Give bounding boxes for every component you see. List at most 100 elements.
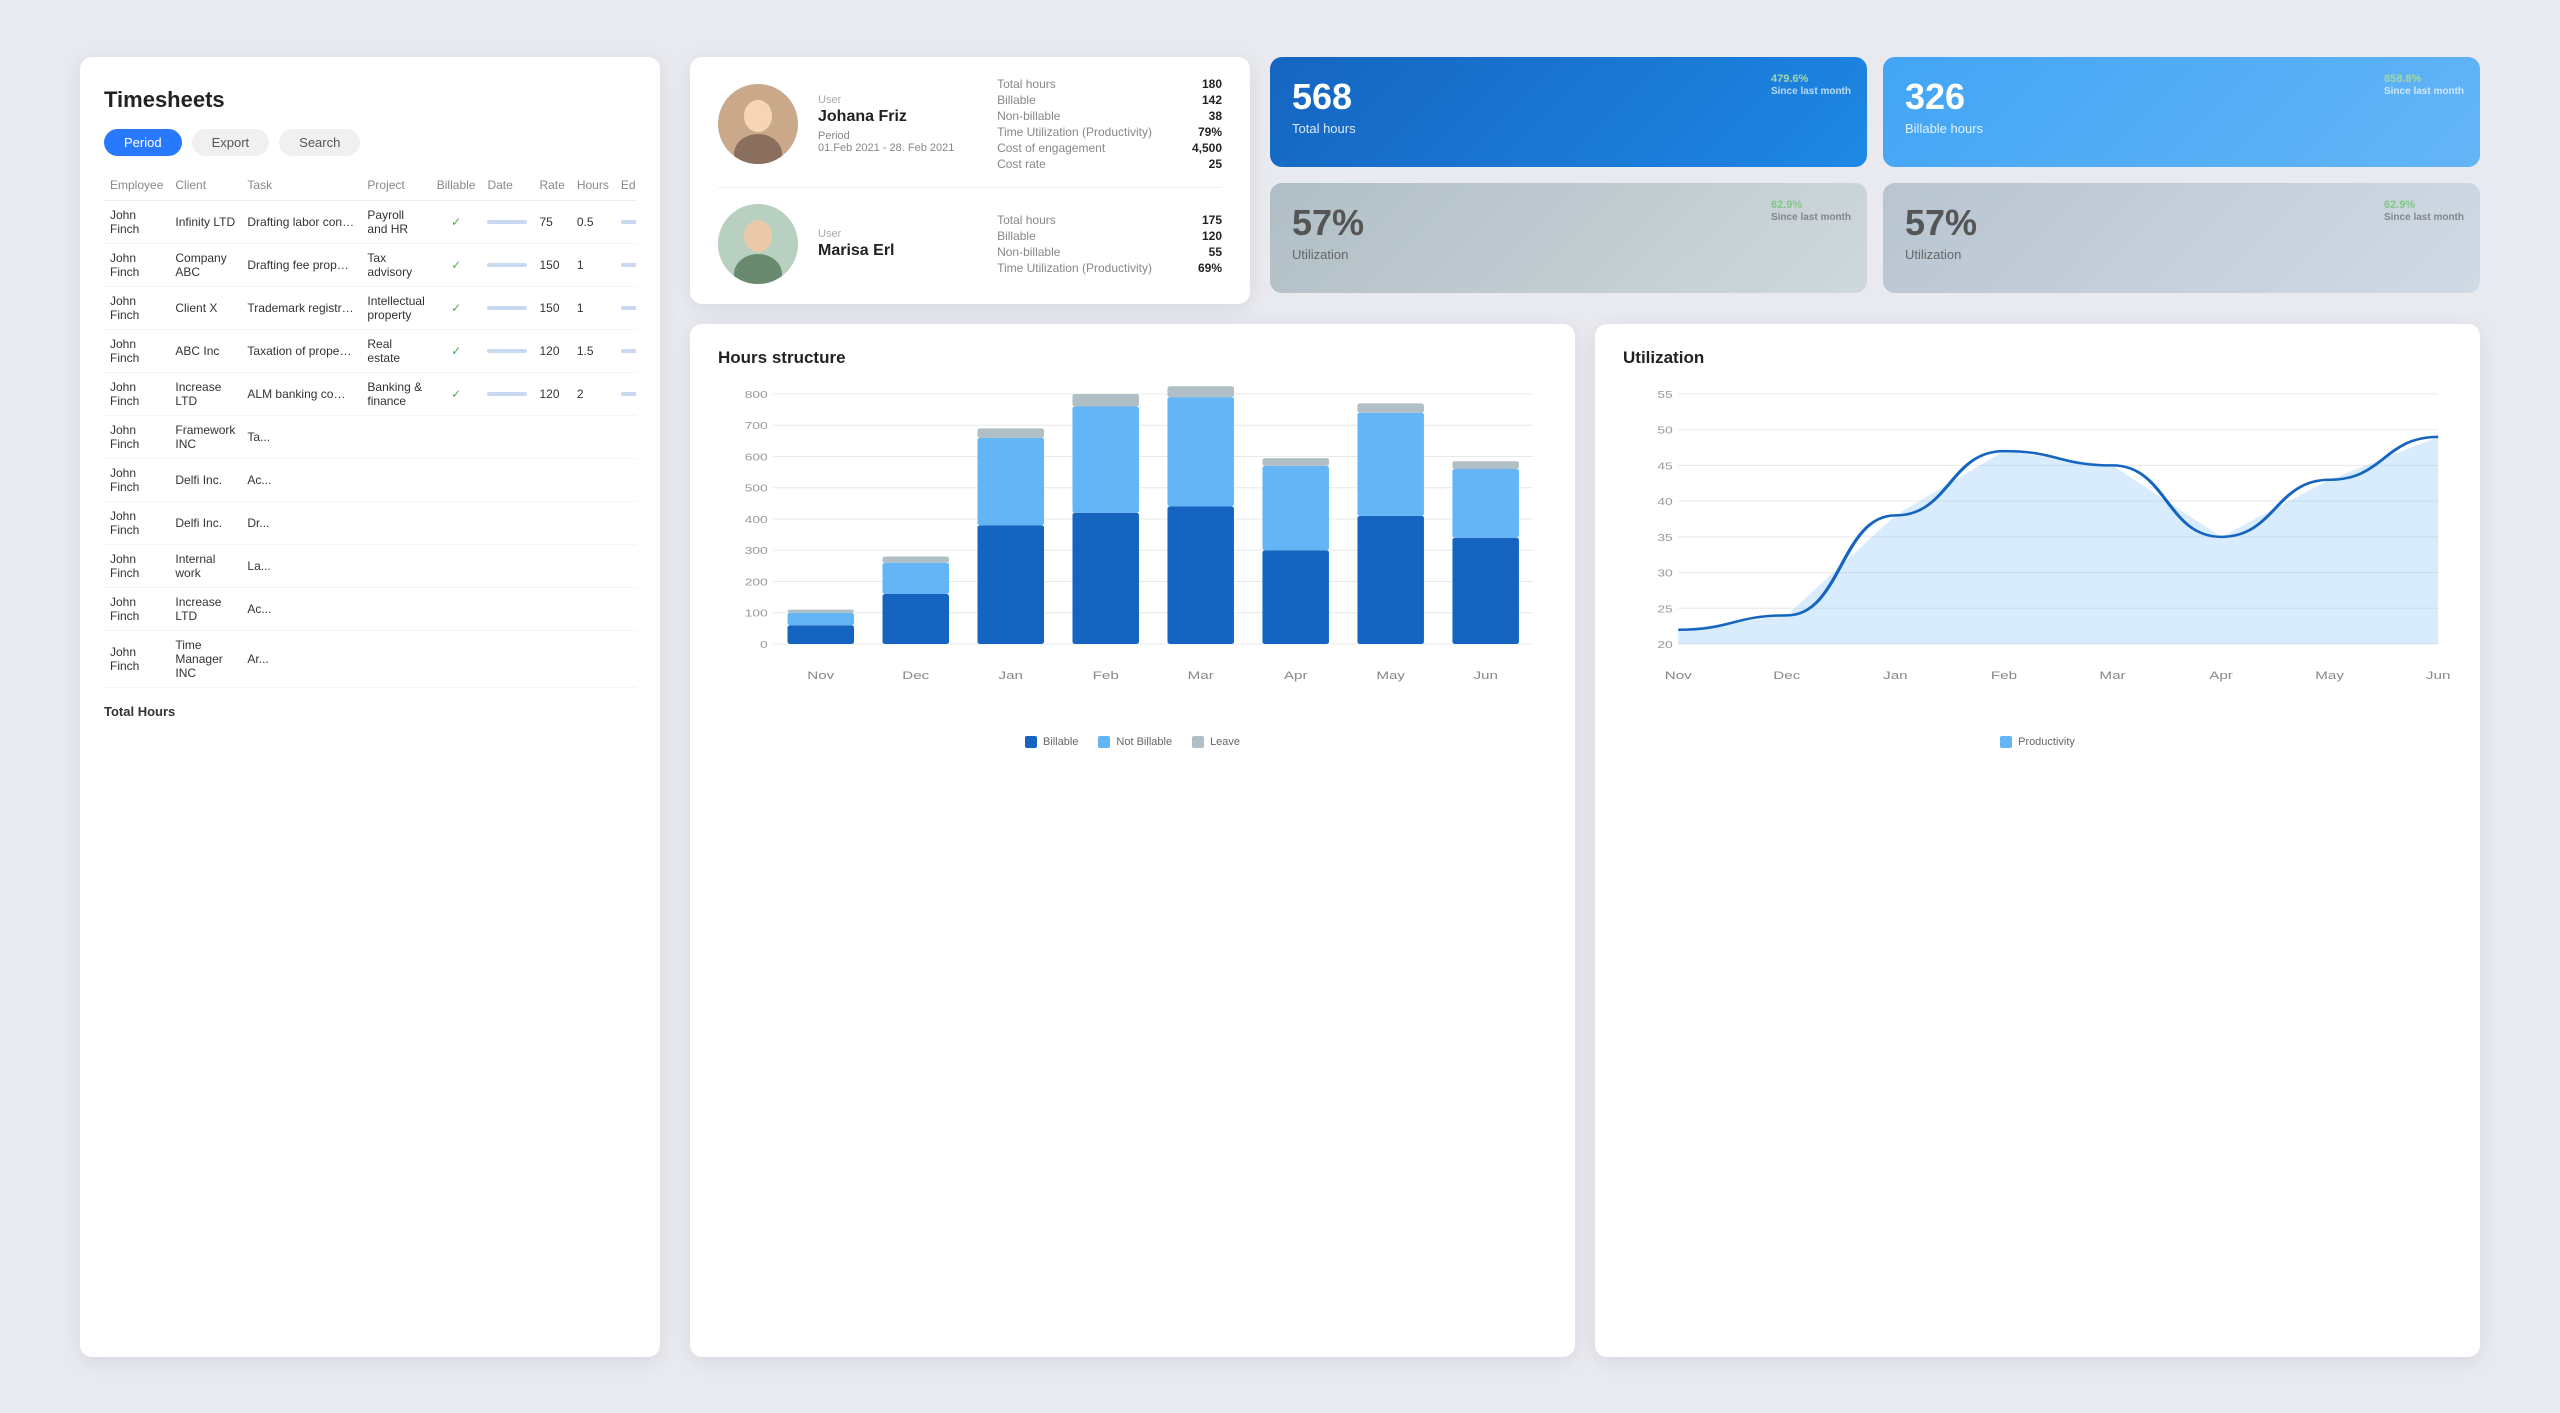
metric-value-3: 57% [1292,205,1845,241]
legend-dot-billable [1025,736,1037,748]
svg-text:Mar: Mar [1188,669,1215,681]
metric-change-2: 858.8% Since last month [2384,73,2464,97]
svg-text:600: 600 [745,451,768,463]
metrics-area: 479.6% Since last month 568 Total hours … [1270,57,2480,304]
stat-value: 180 [1162,77,1222,91]
table-row[interactable]: John Finch Company ABC Drafting fee prop… [104,243,636,286]
hours-legend: Billable Not Billable Leave [718,736,1547,748]
charts-row: Hours structure 010020030040050060070080… [690,324,2480,1357]
col-date: Date [481,174,533,201]
table-row[interactable]: John Finch Client X Trademark registrati… [104,286,636,329]
stat-label: Total hours [997,77,1152,91]
metric-value-2: 326 [1905,79,2458,115]
user-card-1: User Johana Friz Period 01.Feb 2021 - 28… [718,77,1222,188]
timesheets-table: Employee Client Task Project Billable Da… [104,174,636,688]
user-info-1: User Johana Friz Period 01.Feb 2021 - 28… [818,94,977,154]
svg-text:700: 700 [745,420,768,432]
metric-utilization-1: 62.9% Since last month 57% Utilization [1270,183,1867,293]
hours-chart-area: 0100200300400500600700800NovDecJanFebMar… [718,384,1547,724]
user-avatar-1 [718,84,798,164]
legend-dot-leave [1192,736,1204,748]
metric-label-3: Utilization [1292,247,1845,262]
total-hours-label: Total Hours [104,704,636,719]
table-header-row: Employee Client Task Project Billable Da… [104,174,636,201]
svg-text:50: 50 [1657,424,1673,436]
metric-value-4: 57% [1905,205,2458,241]
user-cards-panel: User Johana Friz Period 01.Feb 2021 - 28… [690,57,1250,304]
metrics-row-bottom: 62.9% Since last month 57% Utilization 6… [1270,183,2480,293]
table-row[interactable]: John Finch Increase LTD ALM banking comp… [104,372,636,415]
svg-text:Jun: Jun [1473,669,1497,681]
svg-text:Jan: Jan [998,669,1022,681]
user-name-2: Marisa Erl [818,242,977,260]
svg-text:Jan: Jan [1883,669,1907,681]
svg-text:800: 800 [745,388,768,400]
metric-change-3: 62.9% Since last month [1771,199,1851,223]
legend-dot-not-billable [1098,736,1110,748]
utilization-chart-svg: 2025303540455055NovDecJanFebMarAprMayJun [1623,384,2452,724]
table-row[interactable]: John Finch Delfi Inc. Dr... [104,501,636,544]
metric-value-1: 568 [1292,79,1845,115]
svg-text:Jun: Jun [2426,669,2450,681]
user-info-2: User Marisa Erl [818,228,977,260]
table-row[interactable]: John Finch ABC Inc Taxation of property … [104,329,636,372]
svg-text:May: May [1376,669,1405,681]
legend-not-billable: Not Billable [1098,736,1172,748]
col-task: Task [241,174,361,201]
utilization-legend: Productivity [1623,736,2452,748]
table-row[interactable]: John Finch Internal work La... [104,544,636,587]
legend-leave: Leave [1192,736,1240,748]
utilization-chart-panel: Utilization 2025303540455055NovDecJanFeb… [1595,324,2480,1357]
timesheets-title: Timesheets [104,87,636,113]
export-button[interactable]: Export [192,129,270,156]
svg-text:0: 0 [760,638,768,650]
svg-text:45: 45 [1657,460,1673,472]
svg-text:100: 100 [745,607,768,619]
table-row[interactable]: John Finch Delfi Inc. Ac... [104,458,636,501]
svg-text:Dec: Dec [902,669,929,681]
user-stats-2: Total hours 175 Billable 120 Non-billabl… [997,213,1222,275]
col-edit: Edit / Date [615,174,636,201]
svg-text:20: 20 [1657,638,1673,650]
user-avatar-2 [718,204,798,284]
utilization-chart-title: Utilization [1623,348,2452,368]
col-project: Project [361,174,430,201]
metric-label-1: Total hours [1292,121,1845,136]
timesheets-panel: Timesheets Period Export Search Employee… [80,57,660,1357]
legend-billable: Billable [1025,736,1078,748]
col-client: Client [169,174,241,201]
hours-chart-svg: 0100200300400500600700800NovDecJanFebMar… [718,384,1547,724]
svg-text:Apr: Apr [2209,669,2233,681]
svg-text:Nov: Nov [1665,669,1692,681]
period-button[interactable]: Period [104,129,182,156]
svg-text:Feb: Feb [1093,669,1119,681]
svg-text:500: 500 [745,482,768,494]
svg-text:400: 400 [745,513,768,525]
col-employee: Employee [104,174,169,201]
table-row[interactable]: John Finch Time Manager INC Ar... [104,630,636,687]
user-label-1: User [818,94,977,106]
user-name-1: Johana Friz [818,108,977,126]
user-stats-1: Total hours 180 Billable 142 Non-billabl… [997,77,1222,171]
svg-text:30: 30 [1657,567,1673,579]
metrics-row-top: 479.6% Since last month 568 Total hours … [1270,57,2480,167]
svg-text:Dec: Dec [1773,669,1800,681]
col-hours: Hours [571,174,615,201]
timesheets-table-wrap: Employee Client Task Project Billable Da… [104,174,636,688]
svg-text:Mar: Mar [2099,669,2126,681]
search-button[interactable]: Search [279,129,360,156]
svg-text:300: 300 [745,545,768,557]
col-billable: Billable [431,174,482,201]
svg-text:55: 55 [1657,388,1673,400]
metric-label-4: Utilization [1905,247,2458,262]
metric-billable-hours: 858.8% Since last month 326 Billable hou… [1883,57,2480,167]
metric-label-2: Billable hours [1905,121,2458,136]
legend-dot-productivity [2000,736,2012,748]
table-row[interactable]: John Finch Infinity LTD Drafting labor c… [104,200,636,243]
hours-chart-panel: Hours structure 010020030040050060070080… [690,324,1575,1357]
svg-text:Apr: Apr [1284,669,1308,681]
table-row[interactable]: John Finch Framework INC Ta... [104,415,636,458]
svg-text:35: 35 [1657,531,1673,543]
table-row[interactable]: John Finch Increase LTD Ac... [104,587,636,630]
toolbar: Period Export Search [104,129,636,156]
